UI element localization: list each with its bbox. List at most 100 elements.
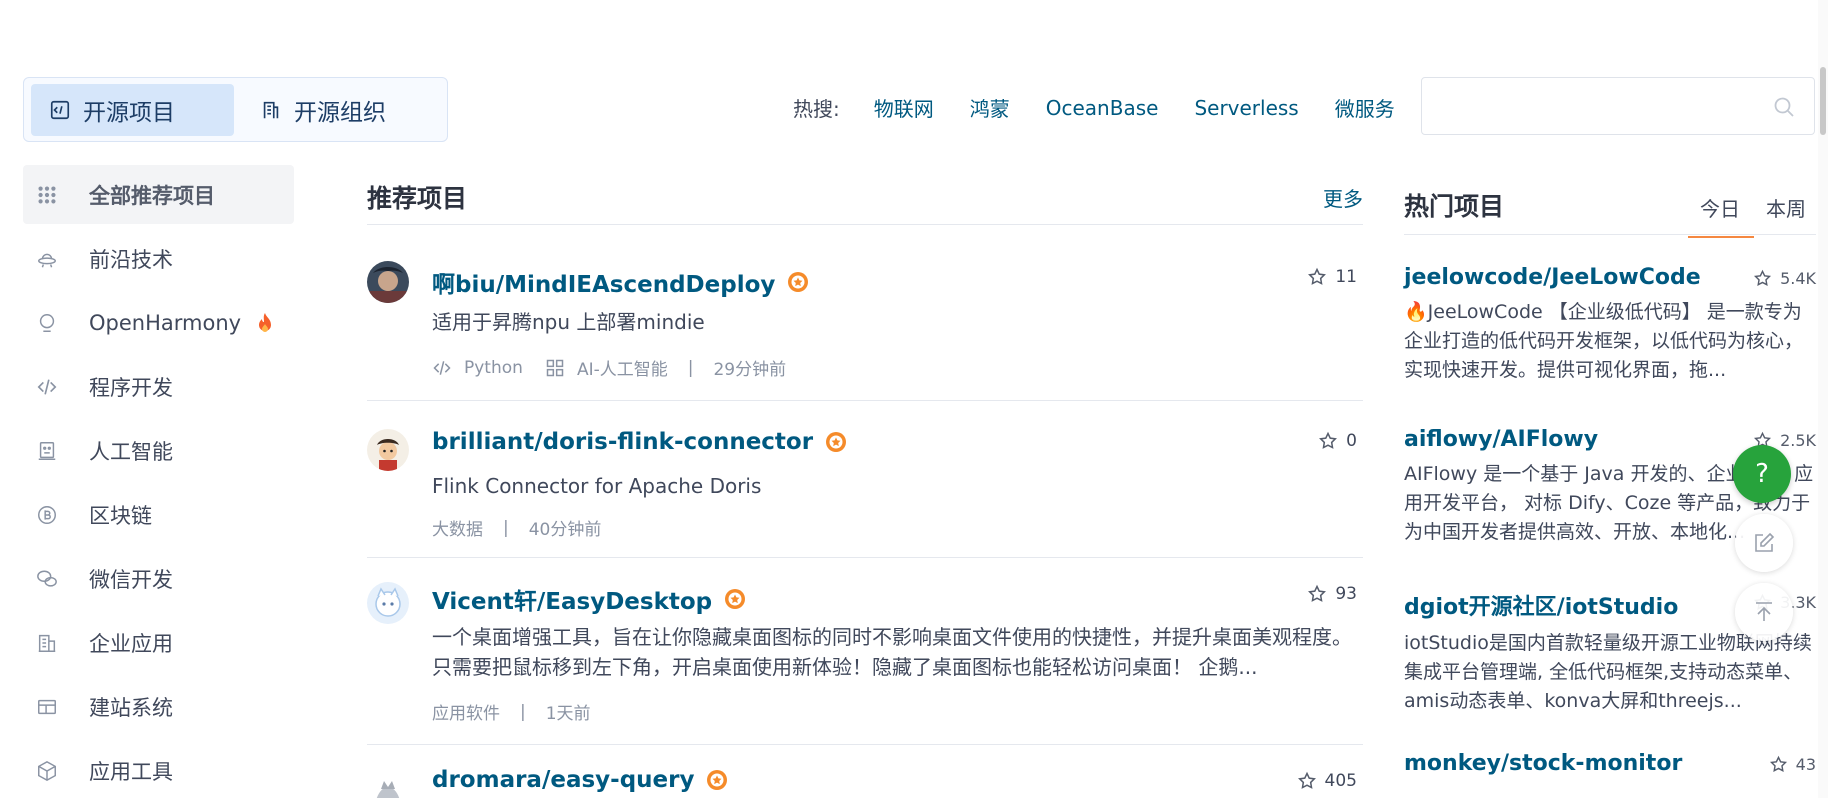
star-value: 2.5K [1780, 431, 1816, 450]
project-name-link[interactable]: dromara/easy-query [432, 767, 728, 793]
project-name[interactable]: monkey/stock-monitor [1404, 751, 1682, 776]
sidebar-item-openharmony[interactable]: OpenHarmony [23, 293, 294, 352]
code-icon [35, 375, 59, 399]
feedback-button[interactable] [1735, 514, 1793, 572]
hot-projects-header: 热门项目 今日 本周 [1404, 170, 1816, 238]
page-scrollbar[interactable] [1818, 0, 1828, 798]
edit-icon [1755, 532, 1775, 552]
star-count[interactable]: 93 [1307, 584, 1357, 604]
star-count[interactable]: 43 [1769, 755, 1816, 774]
sidebar-item-blockchain[interactable]: 区块链 [23, 485, 294, 544]
more-link[interactable]: 更多 [1323, 183, 1363, 212]
project-name-link[interactable]: 啊biu/MindIEAscendDeploy [432, 265, 809, 299]
tab-today[interactable]: 今日 [1688, 193, 1754, 238]
recommended-badge-icon [788, 272, 809, 292]
avatar[interactable] [367, 429, 409, 471]
meta-separator: | [520, 701, 526, 722]
project-time: 1天前 [545, 704, 591, 724]
star-count[interactable]: 5.4K [1753, 269, 1816, 288]
project-item: Vicent轩/EasyDesktop 93 一个桌面增强工具，旨在让你隐藏桌面… [367, 558, 1363, 745]
layout-icon [35, 695, 59, 719]
sidebar-item-ai[interactable]: 人工智能 [23, 421, 294, 480]
arrow-up-icon [1756, 602, 1772, 621]
project-description: 🔥JeeLowCode 【企业级低代码】 是一款专为企业打造的低代码开发框架，以… [1404, 301, 1804, 381]
project-item: dromara/easy-query 405 [367, 745, 1363, 798]
project-language[interactable]: Python [464, 358, 523, 378]
sidebar-item-tools[interactable]: 应用工具 [23, 741, 294, 798]
project-time: 29分钟前 [713, 360, 787, 380]
tab-open-source-orgs[interactable]: 开源组织 [242, 84, 404, 136]
star-count[interactable]: 0 [1318, 431, 1357, 451]
ufo-icon [35, 247, 59, 271]
coin-icon [35, 503, 59, 527]
hot-search-term[interactable]: 微服务 [1335, 93, 1395, 122]
search-input[interactable] [1422, 78, 1752, 134]
recommended-projects: 推荐项目 更多 啊biu/MindIEAscendDeploy 11 适用于昇腾… [367, 170, 1363, 798]
sidebar-item-programming[interactable]: 程序开发 [23, 357, 294, 416]
project-name: dromara/easy-query [432, 767, 695, 793]
hot-search-term[interactable]: OceanBase [1046, 96, 1159, 120]
star-count[interactable]: 405 [1297, 771, 1357, 791]
project-description: iotStudio是国内首款轻量级开源工业物联网持续集成平台管理端, 全低代码框… [1404, 632, 1812, 712]
project-meta: 大数据 | 40分钟前 [432, 515, 601, 541]
hot-project-item: jeelowcode/JeeLowCode 5.4K 🔥JeeLowCode 【… [1404, 265, 1816, 397]
page: 开源项目 开源组织 热搜: 物联网 鸿蒙 OceanBase Serverles… [0, 0, 1828, 798]
tab-this-week[interactable]: 本周 [1754, 193, 1816, 238]
sidebar-item-label: OpenHarmony [89, 310, 242, 335]
sidebar-item-frontier[interactable]: 前沿技术 [23, 229, 294, 288]
code-icon [433, 360, 451, 375]
sidebar-item-label: 程序开发 [89, 375, 173, 400]
project-name-link[interactable]: brilliant/doris-flink-connector [432, 429, 847, 455]
sidebar-item-label: 区块链 [89, 503, 152, 528]
scrollbar-thumb[interactable] [1820, 67, 1826, 135]
help-button[interactable]: ? [1733, 445, 1791, 503]
project-category[interactable]: AI-人工智能 [577, 355, 668, 380]
sidebar-item-website[interactable]: 建站系统 [23, 677, 294, 736]
avatar[interactable] [367, 767, 409, 798]
sidebar-item-label: 微信开发 [89, 567, 173, 592]
org-icon [263, 101, 279, 118]
project-name-link[interactable]: Vicent轩/EasyDesktop [432, 582, 746, 616]
project-icon [50, 100, 70, 119]
recommended-header: 推荐项目 更多 [367, 170, 1363, 225]
hot-search-term[interactable]: 物联网 [874, 93, 934, 122]
star-value: 5.4K [1780, 269, 1816, 288]
star-value: 0 [1346, 431, 1357, 451]
sidebar-item-label: 人工智能 [89, 439, 173, 464]
meta-separator: | [687, 357, 694, 378]
project-category[interactable]: 大数据 [432, 515, 483, 540]
project-category[interactable]: 应用软件 [432, 699, 500, 724]
hot-search-label: 热搜: [793, 97, 840, 121]
back-to-top-button[interactable] [1735, 583, 1793, 641]
hot-search-term[interactable]: 鸿蒙 [970, 93, 1010, 122]
project-description: Flink Connector for Apache Doris [432, 474, 762, 498]
star-icon [1754, 269, 1772, 286]
star-icon [1308, 267, 1327, 285]
star-icon [1319, 431, 1338, 449]
star-count[interactable]: 11 [1307, 267, 1357, 287]
project-name: 啊biu/MindIEAscendDeploy [432, 272, 776, 298]
hot-search-term[interactable]: Serverless [1194, 96, 1298, 120]
recommended-badge-icon [725, 589, 746, 609]
avatar[interactable] [367, 582, 409, 624]
tab-open-source-projects[interactable]: 开源项目 [31, 83, 234, 136]
project-name[interactable]: jeelowcode/JeeLowCode [1404, 265, 1701, 290]
avatar[interactable] [367, 261, 409, 303]
project-name: brilliant/doris-flink-connector [432, 429, 814, 455]
search-icon[interactable] [1772, 95, 1796, 119]
project-description: 适用于昇腾npu 上部署mindie [432, 310, 705, 334]
tab-label: 开源项目 [83, 99, 175, 126]
sidebar-item-all[interactable]: 全部推荐项目 [23, 165, 294, 224]
sidebar-item-label: 建站系统 [89, 695, 173, 720]
project-name[interactable]: aiflowy/AIFlowy [1404, 427, 1598, 452]
hot-project-item: monkey/stock-monitor 43 [1404, 751, 1816, 791]
hot-search-bar: 热搜: 物联网 鸿蒙 OceanBase Serverless 微服务 [793, 93, 1395, 122]
period-tabs: 今日 本周 [1688, 193, 1816, 238]
section-title: 推荐项目 [367, 184, 468, 213]
meta-separator: | [503, 517, 509, 538]
project-name[interactable]: dgiot开源社区/iotStudio [1404, 595, 1678, 620]
wechat-icon [35, 567, 59, 591]
recommended-badge-icon [826, 432, 847, 452]
sidebar-item-wechat[interactable]: 微信开发 [23, 549, 294, 608]
sidebar-item-enterprise[interactable]: 企业应用 [23, 613, 294, 672]
